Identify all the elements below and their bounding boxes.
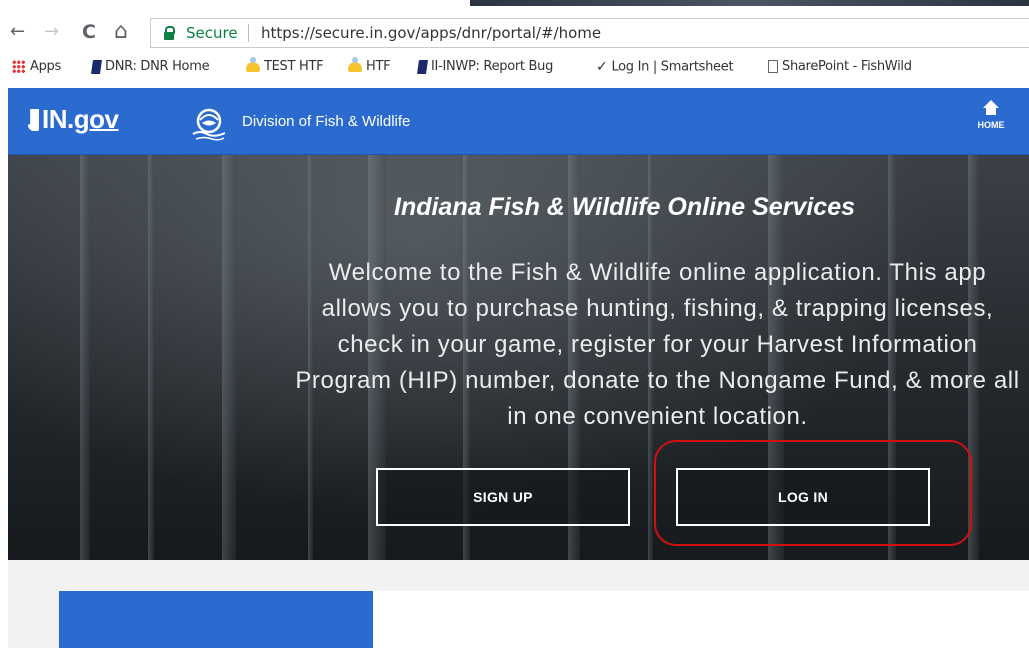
bookmark-label: Log In | Smartsheet [611,59,734,75]
bookmark-sharepoint[interactable]: SharePoint - FishWild [768,59,912,74]
logo-dot-text: . [67,104,74,134]
apps-grid-icon [12,60,25,73]
bookmark-label: SharePoint - FishWild [782,59,912,74]
in-gov-logo[interactable]: IN.gov [28,104,119,135]
reload-icon[interactable]: C [82,20,96,44]
login-highlight-annotation [654,440,972,546]
window-top-strip [0,0,1029,8]
flag-icon [91,59,102,74]
tree-trunk [148,155,154,560]
forward-icon[interactable]: → [44,20,59,44]
sign-up-button[interactable]: SIGN UP [376,468,630,526]
window-tab-strip [470,0,1029,6]
bookmark-label: II-INWP: Report Bug [431,59,554,74]
home-label: HOME [977,120,1005,130]
bookmark-smartsheet[interactable]: ✓ Log In | Smartsheet [596,59,734,75]
site-header: IN.gov Division of Fish & Wildlife HOME [8,88,1029,155]
house-icon [983,100,999,116]
hero-title: Indiana Fish & Wildlife Online Services [394,193,855,221]
secure-label: Secure [186,24,238,42]
url-text[interactable]: https://secure.in.gov/apps/dnr/portal/#/… [261,24,601,42]
bookmark-report-bug[interactable]: II-INWP: Report Bug [417,59,554,74]
person-icon [348,56,362,72]
bookmark-htf[interactable]: HTF [348,56,391,74]
browser-toolbar: ← → C ⌂ Secure https://secure.in.gov/app… [0,14,1029,50]
indiana-state-icon [28,109,39,131]
flag-icon [417,59,428,74]
content-panel [365,591,1029,648]
bookmark-label: DNR: DNR Home [105,59,210,74]
check-icon: ✓ [596,59,608,75]
bookmark-label: HTF [366,59,391,74]
logo-gov-text: gov [73,104,119,134]
fish-wildlife-logo-icon [192,108,226,141]
document-icon [768,60,778,73]
hero-description: Welcome to the Fish & Wildlife online ap… [295,259,1020,430]
logo-in-text: IN [42,104,68,134]
bookmark-apps[interactable]: Apps [12,59,61,74]
address-bar[interactable]: Secure https://secure.in.gov/apps/dnr/po… [150,18,1029,48]
tree-trunk [80,155,90,560]
home-button[interactable]: HOME [971,100,1011,130]
division-title[interactable]: Division of Fish & Wildlife [242,113,410,130]
hero-banner: Indiana Fish & Wildlife Online Services … [8,155,1029,560]
blue-feature-card[interactable] [59,591,373,648]
address-divider [248,24,249,42]
bookmark-label: Apps [30,59,61,74]
tree-trunk [222,155,236,560]
bookmark-test-htf[interactable]: TEST HTF [246,56,324,74]
lock-icon [164,26,175,40]
bookmarks-bar: Apps DNR: DNR Home TEST HTF HTF II-INWP:… [0,54,1029,82]
person-icon [246,56,260,72]
bookmark-dnr-home[interactable]: DNR: DNR Home [91,59,210,74]
back-icon[interactable]: ← [10,20,25,44]
home-icon[interactable]: ⌂ [114,20,128,44]
bookmark-label: TEST HTF [264,59,324,74]
